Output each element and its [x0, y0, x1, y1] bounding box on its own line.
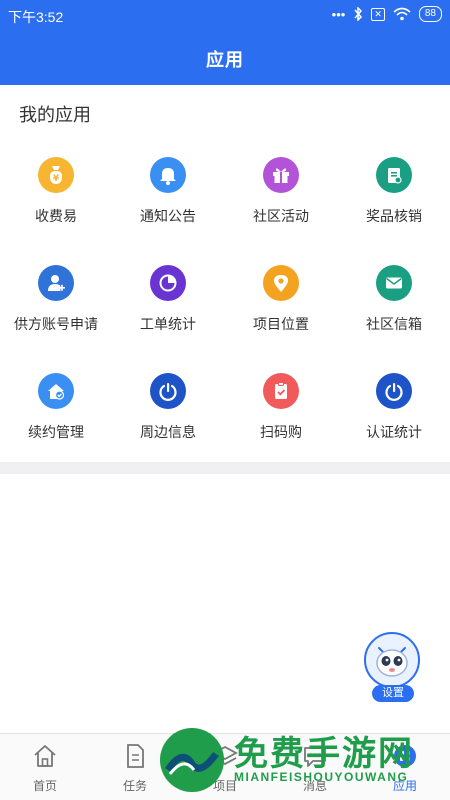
app-bar: 应用: [0, 30, 450, 85]
app-item-nearby-info[interactable]: 周边信息: [112, 356, 224, 456]
voucher-icon: [376, 157, 412, 193]
app-label: 认证统计: [366, 424, 422, 440]
app-item-charge[interactable]: ¥ 收费易: [0, 140, 112, 240]
app-item-workorder-stats[interactable]: 工单统计: [112, 248, 224, 348]
app-item-notice[interactable]: 通知公告: [112, 140, 224, 240]
app-label: 供方账号申请: [14, 316, 98, 332]
app-label: 续约管理: [28, 424, 84, 440]
floating-settings-button[interactable]: 设置: [364, 632, 422, 704]
app-label: 扫码购: [260, 424, 302, 440]
app-item-scan-buy[interactable]: 扫码购: [225, 356, 337, 456]
app-label: 收费易: [35, 208, 77, 224]
battery-icon: 88: [418, 6, 442, 22]
gift-icon: [263, 157, 299, 193]
page-title: 应用: [206, 50, 244, 70]
status-icons: ••• ✕ 88: [332, 6, 442, 22]
status-time: 下午3:52: [8, 9, 64, 25]
app-label: 工单统计: [140, 316, 196, 332]
tab-label: 首页: [32, 779, 57, 793]
status-bar: 下午3:52 ••• ✕ 88: [0, 0, 450, 30]
document-icon: [127, 744, 144, 768]
dots-icon: •••: [331, 6, 346, 22]
app-label: 周边信息: [140, 424, 196, 440]
money-bag-icon: ¥: [38, 157, 74, 193]
pie-chart-icon: [150, 265, 186, 301]
watermark: 免费手游网 MIANFEISHOUYOUWANG: [150, 720, 450, 800]
app-item-community-activity[interactable]: 社区活动: [225, 140, 337, 240]
user-add-icon: [38, 265, 74, 301]
app-item-renewal[interactable]: 续约管理: [0, 356, 112, 456]
app-item-project-location[interactable]: 项目位置: [225, 248, 337, 348]
app-item-supplier-apply[interactable]: 供方账号申请: [0, 248, 112, 348]
bell-icon: [150, 157, 186, 193]
app-label: 社区信箱: [366, 316, 422, 332]
section-title: 我的应用: [19, 105, 91, 125]
power-dial-icon: [150, 373, 186, 409]
sim-icon: ✕: [371, 7, 385, 21]
app-label: 通知公告: [140, 208, 196, 224]
app-label: 社区活动: [253, 208, 309, 224]
mail-icon: [376, 265, 412, 301]
watermark-logo-icon: [160, 728, 224, 792]
bluetooth-icon: [354, 7, 363, 21]
watermark-subtitle: MIANFEISHOUYOUWANG: [234, 770, 409, 784]
svg-text:¥: ¥: [53, 174, 60, 184]
watermark-title: 免费手游网: [234, 735, 414, 773]
robot-avatar-icon: [364, 632, 420, 688]
section-divider: [0, 462, 450, 474]
clipboard-check-icon: [263, 373, 299, 409]
tab-home[interactable]: 首页: [0, 734, 90, 800]
settings-label: 设置: [372, 685, 414, 702]
app-item-cert-stats[interactable]: 认证统计: [338, 356, 450, 456]
app-label: 奖品核销: [366, 208, 422, 224]
power-dial-icon: [376, 373, 412, 409]
home-check-icon: [38, 373, 74, 409]
home-icon: [34, 745, 56, 767]
app-item-prize-redeem[interactable]: 奖品核销: [338, 140, 450, 240]
location-pin-icon: [263, 265, 299, 301]
wifi-icon: [393, 7, 411, 21]
app-label: 项目位置: [253, 316, 309, 332]
app-item-community-mailbox[interactable]: 社区信箱: [338, 248, 450, 348]
